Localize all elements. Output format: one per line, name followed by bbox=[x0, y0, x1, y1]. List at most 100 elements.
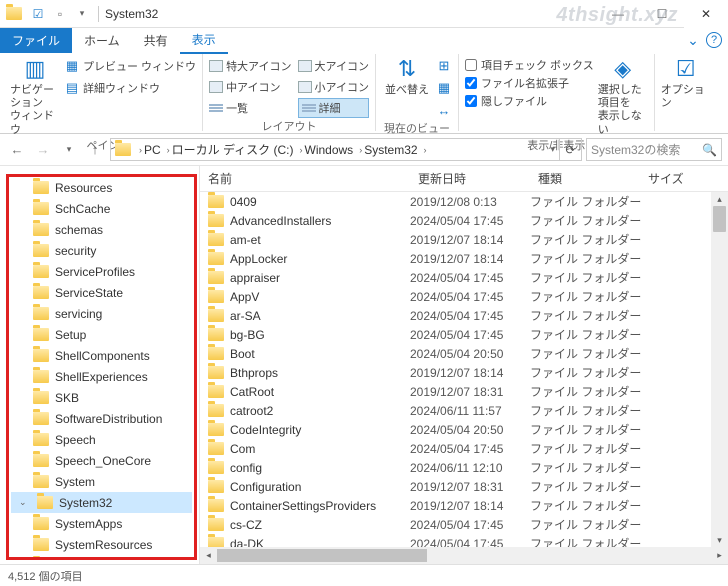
list-item[interactable]: bg-BG2024/05/04 17:45ファイル フォルダー bbox=[200, 325, 728, 344]
tree-item[interactable]: ⌄schemas bbox=[11, 219, 192, 240]
refresh-button[interactable]: ⟳ bbox=[560, 138, 582, 161]
details-pane-button[interactable]: ▤詳細ウィンドウ bbox=[64, 78, 196, 98]
layout-xlarge[interactable]: 特大アイコン bbox=[209, 56, 291, 76]
tree-item[interactable]: ⌄SKB bbox=[11, 387, 192, 408]
close-button[interactable]: ✕ bbox=[684, 0, 728, 28]
tree-item[interactable]: ⌄ServiceState bbox=[11, 282, 192, 303]
folder-icon bbox=[33, 307, 49, 320]
list-item[interactable]: 04092019/12/08 0:13ファイル フォルダー bbox=[200, 192, 728, 211]
folder-icon bbox=[33, 265, 49, 278]
tab-share[interactable]: 共有 bbox=[132, 28, 180, 53]
ribbon-group-showhide: 項目チェック ボックス ファイル名拡張子 隠しファイル ◈ 選択した項目を 表示… bbox=[459, 54, 655, 131]
ribbon-group-options: ☑ オプション bbox=[655, 54, 717, 131]
list-item[interactable]: catroot22024/06/11 11:57ファイル フォルダー bbox=[200, 401, 728, 420]
list-item[interactable]: config2024/06/11 12:10ファイル フォルダー bbox=[200, 458, 728, 477]
list-item[interactable]: AppV2024/05/04 17:45ファイル フォルダー bbox=[200, 287, 728, 306]
tree-item[interactable]: ⌄servicing bbox=[11, 303, 192, 324]
list-item[interactable]: cs-CZ2024/05/04 17:45ファイル フォルダー bbox=[200, 515, 728, 534]
tree-item[interactable]: ⌄security bbox=[11, 240, 192, 261]
tree-item[interactable]: ⌄SystemApps bbox=[11, 513, 192, 534]
list-item[interactable]: ar-SA2024/05/04 17:45ファイル フォルダー bbox=[200, 306, 728, 325]
tree-item[interactable]: ⌄ServiceProfiles bbox=[11, 261, 192, 282]
column-date[interactable]: 更新日時 bbox=[410, 170, 530, 187]
breadcrumb-pc: PC› bbox=[144, 143, 170, 157]
tree-item[interactable]: ⌄ShellExperiences bbox=[11, 366, 192, 387]
tree-item[interactable]: ⌄Speech bbox=[11, 429, 192, 450]
nav-pane-button[interactable]: ▥ ナビゲーション ウィンドウ bbox=[10, 56, 60, 137]
list-item[interactable]: AppLocker2019/12/07 18:14ファイル フォルダー bbox=[200, 249, 728, 268]
sizecolumns-button[interactable]: ↔ bbox=[436, 100, 452, 120]
list-item[interactable]: appraiser2024/05/04 17:45ファイル フォルダー bbox=[200, 268, 728, 287]
ribbon-collapse[interactable]: ⌄ bbox=[680, 32, 706, 49]
qat-new[interactable]: ▫ bbox=[50, 4, 70, 24]
checkbox-hidden[interactable]: 隠しファイル bbox=[465, 92, 594, 110]
navigation-tree[interactable]: ⌄Resources⌄SchCache⌄schemas⌄security⌄Ser… bbox=[0, 166, 200, 564]
column-name[interactable]: 名前 bbox=[200, 170, 410, 187]
layout-large[interactable]: 大アイコン bbox=[298, 56, 369, 76]
folder-icon bbox=[33, 328, 49, 341]
preview-pane-button[interactable]: ▦プレビュー ウィンドウ bbox=[64, 56, 196, 76]
layout-details[interactable]: 詳細 bbox=[298, 98, 369, 118]
folder-icon bbox=[208, 480, 224, 493]
breadcrumb[interactable]: › PC› ローカル ディスク (C:)› Windows› System32›… bbox=[110, 138, 560, 161]
tab-view[interactable]: 表示 bbox=[180, 27, 228, 54]
layout-medium[interactable]: 中アイコン bbox=[209, 77, 291, 97]
tree-item[interactable]: ⌄SoftwareDistribution bbox=[11, 408, 192, 429]
column-type[interactable]: 種類 bbox=[530, 170, 640, 187]
list-item[interactable]: am-et2019/12/07 18:14ファイル フォルダー bbox=[200, 230, 728, 249]
back-button[interactable]: ← bbox=[6, 139, 28, 161]
groupby-button[interactable]: ⊞ bbox=[436, 56, 452, 76]
column-size[interactable]: サイズ bbox=[640, 170, 711, 187]
help-button[interactable]: ? bbox=[706, 32, 722, 48]
tree-item[interactable]: ⌄Resources bbox=[11, 177, 192, 198]
recent-button[interactable]: ▾ bbox=[58, 139, 80, 161]
tree-item[interactable]: ⌄Speech_OneCore bbox=[11, 450, 192, 471]
scroll-right-icon[interactable]: ▸ bbox=[711, 550, 728, 561]
list-item[interactable]: Bthprops2019/12/07 18:14ファイル フォルダー bbox=[200, 363, 728, 382]
tree-item[interactable]: ⌄ShellComponents bbox=[11, 345, 192, 366]
tree-item[interactable]: ⌄System bbox=[11, 471, 192, 492]
list-item[interactable]: Com2024/05/04 17:45ファイル フォルダー bbox=[200, 439, 728, 458]
minimize-button[interactable]: — bbox=[596, 0, 640, 28]
list-item[interactable]: CodeIntegrity2024/05/04 20:50ファイル フォルダー bbox=[200, 420, 728, 439]
tree-item[interactable]: ⌄SystemTemp bbox=[11, 555, 192, 560]
scroll-thumb[interactable] bbox=[713, 206, 726, 232]
forward-button[interactable]: → bbox=[32, 139, 54, 161]
hide-selected-button[interactable]: ◈ 選択した項目を 表示しない bbox=[598, 56, 648, 137]
list-item[interactable]: AdvancedInstallers2024/05/04 17:45ファイル フ… bbox=[200, 211, 728, 230]
maximize-button[interactable]: ☐ bbox=[640, 0, 684, 28]
checkbox-extensions[interactable]: ファイル名拡張子 bbox=[465, 74, 594, 92]
list-item[interactable]: Boot2024/05/04 20:50ファイル フォルダー bbox=[200, 344, 728, 363]
search-icon: 🔍 bbox=[702, 143, 717, 157]
horizontal-scrollbar[interactable]: ◂ ▸ bbox=[200, 547, 728, 564]
tree-item[interactable]: ⌄Setup bbox=[11, 324, 192, 345]
sort-button[interactable]: ⇅ 並べ替え bbox=[382, 56, 432, 97]
qat-properties[interactable]: ☑ bbox=[28, 4, 48, 24]
vertical-scrollbar[interactable]: ▴ ▾ bbox=[711, 192, 728, 547]
list-item[interactable]: CatRoot2019/12/07 18:31ファイル フォルダー bbox=[200, 382, 728, 401]
list-item[interactable]: Configuration2019/12/07 18:31ファイル フォルダー bbox=[200, 477, 728, 496]
tree-item[interactable]: ⌄System32 bbox=[11, 492, 192, 513]
checkbox-item-checkboxes[interactable]: 項目チェック ボックス bbox=[465, 56, 594, 74]
folder-icon bbox=[208, 233, 224, 246]
breadcrumb-dropdown[interactable]: ▾ bbox=[550, 144, 555, 155]
scroll-down-icon[interactable]: ▾ bbox=[711, 533, 728, 547]
options-button[interactable]: ☑ オプション bbox=[661, 56, 711, 110]
scroll-left-icon[interactable]: ◂ bbox=[200, 550, 217, 561]
list-item[interactable]: da-DK2024/05/04 17:45ファイル フォルダー bbox=[200, 534, 728, 547]
window-title: System32 bbox=[105, 7, 158, 21]
tab-home[interactable]: ホーム bbox=[72, 28, 132, 53]
layout-list[interactable]: 一覧 bbox=[209, 98, 291, 118]
addcolumns-button[interactable]: ▦ bbox=[436, 78, 452, 98]
file-menu[interactable]: ファイル bbox=[0, 28, 72, 53]
folder-icon bbox=[33, 223, 49, 236]
tree-item[interactable]: ⌄SystemResources bbox=[11, 534, 192, 555]
search-input[interactable]: System32の検索 🔍 bbox=[586, 138, 722, 161]
list-item[interactable]: ContainerSettingsProviders2019/12/07 18:… bbox=[200, 496, 728, 515]
scroll-up-icon[interactable]: ▴ bbox=[711, 192, 728, 206]
qat-dropdown[interactable]: ▾ bbox=[72, 4, 92, 24]
tree-item[interactable]: ⌄SchCache bbox=[11, 198, 192, 219]
layout-small[interactable]: 小アイコン bbox=[298, 77, 369, 97]
hscroll-thumb[interactable] bbox=[217, 549, 427, 562]
up-button[interactable]: ↑ bbox=[84, 139, 106, 161]
